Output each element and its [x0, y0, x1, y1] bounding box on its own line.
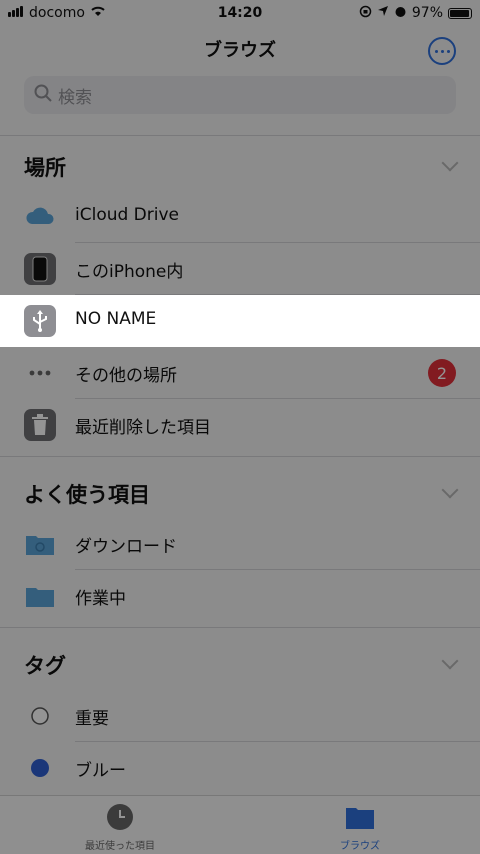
divider: [0, 135, 480, 136]
tag-circle-icon: [24, 752, 56, 784]
usb-icon: [24, 305, 56, 337]
page-title: ブラウズ: [204, 40, 276, 61]
list-item-working[interactable]: 作業中: [0, 570, 480, 622]
list-item-downloads[interactable]: ダウンロード: [0, 518, 480, 570]
status-bar: docomo 14:20 97%: [0, 0, 480, 26]
iphone-icon: [24, 253, 56, 285]
list-item-no-name[interactable]: NO NAME: [0, 295, 480, 347]
list-item-other-locations[interactable]: その他の場所 2: [0, 347, 480, 399]
search-icon: [34, 84, 52, 107]
tab-label: 最近使った項目: [85, 841, 155, 852]
rotation-lock-icon: [359, 5, 372, 22]
item-label: 重要: [75, 709, 109, 729]
battery-icon: [448, 7, 472, 19]
navigation-bar: ブラウズ: [0, 26, 480, 70]
download-folder-icon: [24, 528, 56, 560]
divider: [0, 627, 480, 628]
location-icon: [377, 5, 389, 21]
section-header-tags: タグ: [24, 654, 66, 678]
item-label: ブルー: [75, 761, 126, 781]
tab-browse[interactable]: ブラウズ: [310, 802, 410, 852]
item-label: その他の場所: [75, 366, 177, 386]
chevron-down-icon[interactable]: [441, 652, 459, 670]
search-input[interactable]: 検索: [24, 76, 456, 114]
tab-bar: 最近使った項目 ブラウズ: [0, 795, 480, 854]
folder-icon: [310, 802, 410, 835]
item-label: NO NAME: [75, 309, 157, 329]
more-options-button[interactable]: [428, 37, 456, 65]
list-item-recently-deleted[interactable]: 最近削除した項目: [0, 399, 480, 451]
item-label: 最近削除した項目: [75, 418, 211, 438]
item-label: このiPhone内: [75, 262, 184, 282]
tab-label: ブラウズ: [340, 841, 380, 852]
section-header-favorites: よく使う項目: [24, 483, 150, 507]
clock-icon: [70, 802, 170, 835]
tag-circle-icon: [24, 700, 56, 732]
item-label: 作業中: [75, 589, 126, 609]
chevron-down-icon[interactable]: [441, 481, 459, 499]
list-item-tag-blue[interactable]: ブルー: [0, 742, 480, 794]
notification-badge: 2: [428, 359, 456, 387]
search-placeholder: 検索: [58, 87, 92, 108]
icloud-icon: [24, 201, 56, 233]
tab-recents[interactable]: 最近使った項目: [70, 802, 170, 852]
trash-icon: [24, 409, 56, 441]
alarm-icon: [394, 5, 407, 22]
section-header-places: 場所: [24, 156, 66, 180]
divider: [0, 456, 480, 457]
item-label: ダウンロード: [75, 537, 177, 557]
folder-icon: [24, 580, 56, 612]
more-dots-icon: [24, 357, 56, 389]
list-item-tag-important[interactable]: 重要: [0, 690, 480, 742]
item-label: iCloud Drive: [75, 205, 180, 225]
chevron-down-icon[interactable]: [441, 154, 459, 172]
list-item-this-iphone[interactable]: このiPhone内: [0, 243, 480, 295]
list-item-icloud-drive[interactable]: iCloud Drive: [0, 191, 480, 243]
files-app-screen: docomo 14:20 97% ブラウズ 検索 場所 iCloud Drive…: [0, 0, 480, 854]
battery-percent: 97%: [411, 5, 443, 21]
